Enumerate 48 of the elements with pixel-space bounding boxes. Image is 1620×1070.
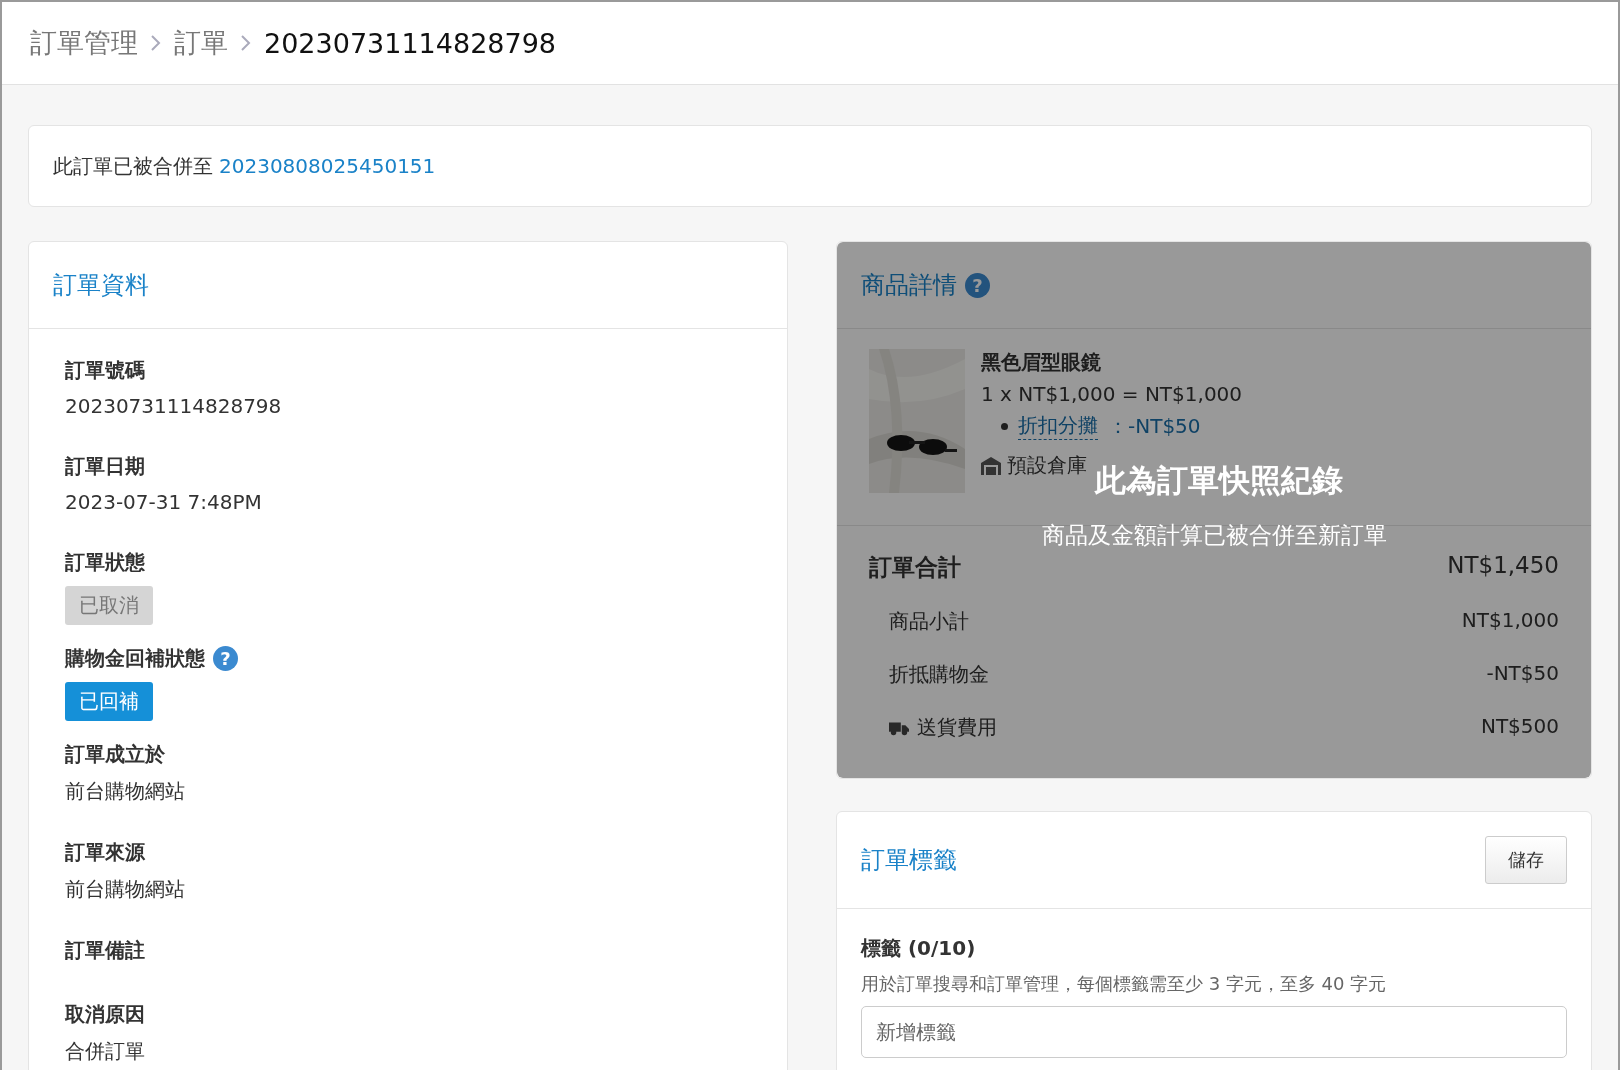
status-badge: 已取消: [65, 586, 153, 625]
discount-label[interactable]: 折扣分攤: [1018, 412, 1098, 440]
field-hint: 用於訂單搜尋和訂單管理，每個標籤需至少 3 字元，至多 40 字元: [861, 972, 1388, 996]
warehouse-name: 預設倉庫: [1007, 452, 1087, 479]
total-label: 訂單合計: [869, 553, 961, 582]
line-value: NT$1,000: [1461, 608, 1559, 634]
card-title: 訂單資料: [53, 270, 149, 301]
discount-value: ：-NT$50: [1108, 412, 1201, 440]
field-label: 取消原因: [65, 1001, 145, 1028]
product-name: 黑色眉型眼鏡: [981, 349, 1102, 376]
field-label: 購物金回補狀態: [65, 645, 205, 672]
chevron-icon: [150, 34, 162, 52]
field-value: 前台購物網站: [65, 778, 186, 805]
save-button[interactable]: 儲存: [1485, 836, 1567, 884]
field-label: 訂單成立於: [65, 741, 165, 768]
order-link[interactable]: 20230808025450151: [219, 154, 436, 178]
field-label: 標籤 (0/10): [861, 935, 977, 962]
breadcrumb-item[interactable]: 訂單管理: [30, 25, 138, 61]
line-label: 商品小計: [889, 608, 969, 635]
card-title: 商品詳情: [861, 270, 957, 301]
line-label: 折抵購物金: [889, 661, 989, 688]
price-line: 1 x NT$1,000 = NT$1,000: [981, 382, 1243, 406]
line-label: 送貨費用: [917, 714, 997, 741]
status-badge: 已回補: [65, 682, 153, 721]
field-value: 前台購物網站: [65, 876, 186, 903]
overlay-title: 此為訂單快照紀錄: [1093, 461, 1343, 500]
overlay-subtitle: 商品及金額計算已被合併至新訂單: [1041, 521, 1387, 550]
help-icon[interactable]: ?: [965, 272, 990, 298]
breadcrumb-item[interactable]: 訂單: [174, 25, 228, 61]
total-value: NT$1,450: [1447, 552, 1559, 580]
line-value: -NT$50: [1486, 661, 1559, 687]
line-value: NT$500: [1480, 714, 1559, 740]
field-value: 合併訂單: [65, 1038, 146, 1065]
tag-input[interactable]: 新增標籤: [861, 1006, 1567, 1058]
field-label: 訂單備註: [65, 937, 145, 964]
field-value: 20230731114828798: [65, 394, 283, 418]
help-icon[interactable]: ?: [213, 646, 238, 671]
card-title: 訂單標籤: [861, 845, 957, 876]
field-label: 訂單日期: [65, 453, 145, 480]
breadcrumb-item: 20230731114828798: [264, 27, 557, 59]
warehouse-icon: [981, 456, 1001, 475]
bullet-icon: [1001, 422, 1008, 430]
chevron-icon: [240, 34, 252, 52]
merge-notice: 此訂單已被合併至: [53, 152, 213, 180]
field-label: 訂單來源: [65, 839, 145, 866]
field-label: 訂單號碼: [65, 357, 145, 384]
field-value: 2023-07-31 7:48PM: [65, 490, 263, 514]
field-label: 訂單狀態: [65, 549, 145, 576]
